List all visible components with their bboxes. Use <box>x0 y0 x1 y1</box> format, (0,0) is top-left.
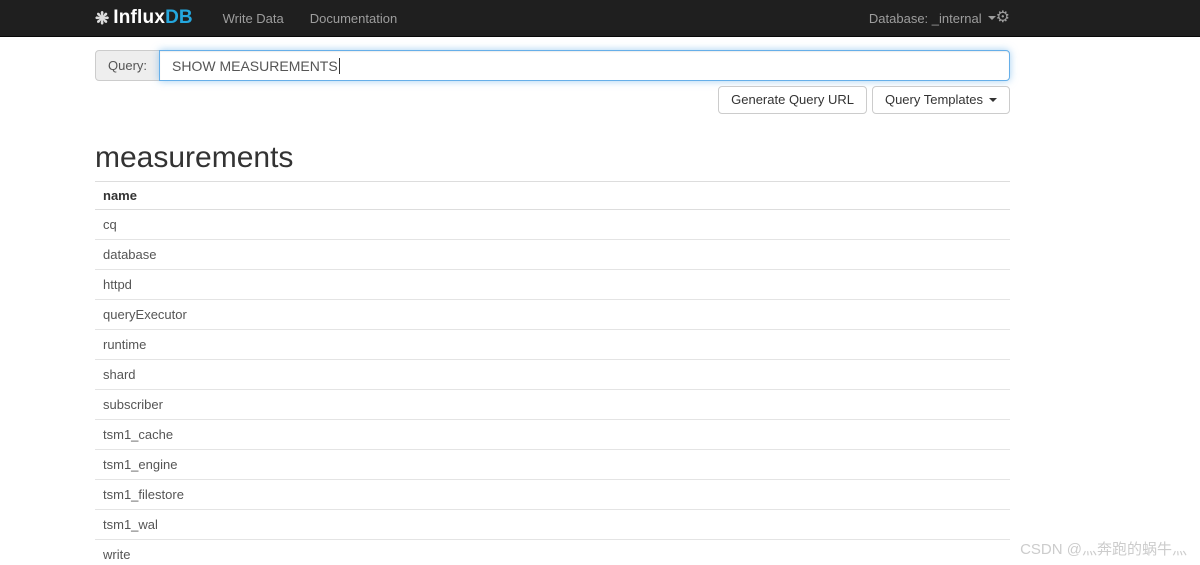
main-content: Query: SHOW MEASUREMENTS Generate Query … <box>95 50 1010 565</box>
nav-item-documentation[interactable]: Documentation <box>310 11 397 26</box>
table-row[interactable]: tsm1_wal <box>95 509 1010 540</box>
column-header-name: name <box>95 182 1010 210</box>
table-row[interactable]: tsm1_cache <box>95 419 1010 450</box>
measurement-name: subscriber <box>95 389 1010 420</box>
measurement-name: queryExecutor <box>95 299 1010 330</box>
measurement-name: runtime <box>95 329 1010 360</box>
table-row[interactable]: runtime <box>95 329 1010 360</box>
influxdb-logo-icon: ❋ <box>95 8 110 28</box>
database-dropdown[interactable]: Database: _internal <box>869 11 996 26</box>
top-navbar: ❋ Influx DB Write Data Documentation Data… <box>0 0 1200 37</box>
watermark: CSDN @灬奔跑的蜗牛灬 <box>1020 541 1187 558</box>
table-row[interactable]: httpd <box>95 269 1010 300</box>
table-row[interactable]: subscriber <box>95 389 1010 420</box>
measurement-name: shard <box>95 359 1010 390</box>
measurement-name: database <box>95 239 1010 270</box>
measurement-name: cq <box>95 209 1010 240</box>
measurement-name: tsm1_wal <box>95 509 1010 540</box>
nav-item-write-data[interactable]: Write Data <box>223 11 284 26</box>
table-row[interactable]: tsm1_filestore <box>95 479 1010 510</box>
table-row[interactable]: queryExecutor <box>95 299 1010 330</box>
query-templates-label: Query Templates <box>884 92 983 107</box>
chevron-down-icon <box>989 98 997 102</box>
query-input[interactable]: SHOW MEASUREMENTS <box>159 50 1010 81</box>
settings-gear-icon[interactable]: ⚙ <box>996 10 1010 26</box>
measurements-table: name cq database httpd queryExecutor run… <box>95 182 1010 565</box>
query-templates-button[interactable]: Query Templates <box>871 86 1010 114</box>
table-row[interactable]: database <box>95 239 1010 270</box>
navbar-right: Database: _internal ⚙ <box>869 0 1010 37</box>
table-row[interactable]: shard <box>95 359 1010 390</box>
brand-text-influx: Influx <box>113 7 166 28</box>
table-row[interactable]: tsm1_engine <box>95 449 1010 480</box>
navbar-container: ❋ Influx DB Write Data Documentation Data… <box>95 0 1010 36</box>
measurement-name: write <box>95 539 1010 565</box>
generate-query-url-button[interactable]: Generate Query URL <box>718 86 867 114</box>
measurement-name: tsm1_filestore <box>95 479 1010 510</box>
table-header-row: name <box>95 182 1010 210</box>
navbar-left: ❋ Influx DB Write Data Documentation <box>95 0 397 37</box>
table-row[interactable]: cq <box>95 209 1010 240</box>
text-cursor <box>338 57 340 74</box>
database-dropdown-label: Database: _internal <box>868 10 982 26</box>
chevron-down-icon <box>987 16 996 20</box>
query-input-group: Query: SHOW MEASUREMENTS <box>95 50 1010 81</box>
page-title: measurements <box>95 140 1010 182</box>
query-label: Query: <box>95 50 161 81</box>
influxdb-brand-link[interactable]: ❋ Influx DB <box>95 7 193 29</box>
measurement-name: tsm1_engine <box>95 449 1010 480</box>
query-actions: Generate Query URL Query Templates <box>95 86 1010 114</box>
measurement-name: tsm1_cache <box>95 419 1010 450</box>
table-row[interactable]: write <box>95 539 1010 565</box>
query-input-value: SHOW MEASUREMENTS <box>172 57 338 74</box>
measurement-name: httpd <box>95 269 1010 300</box>
brand-text-db: DB <box>165 7 193 28</box>
